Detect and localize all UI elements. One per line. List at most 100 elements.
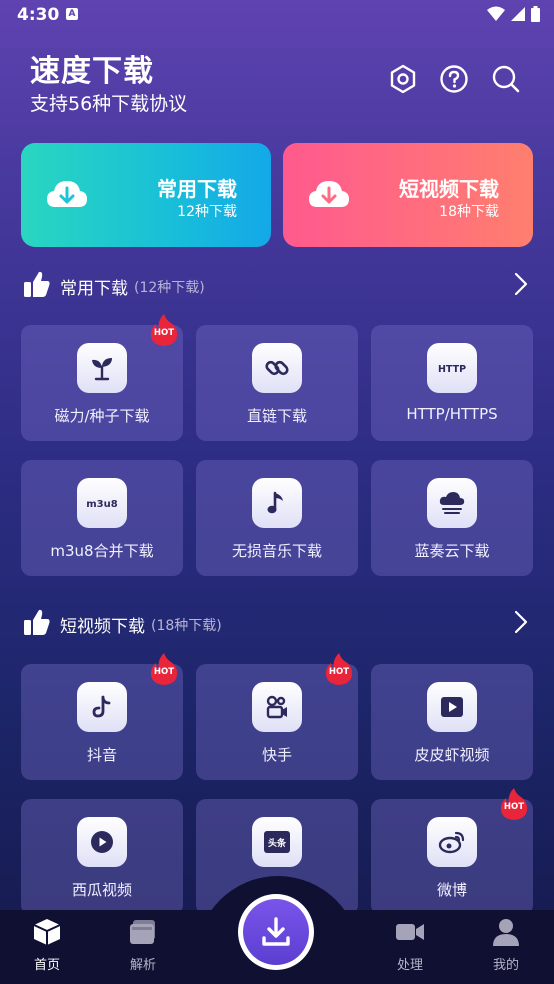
weibo-icon xyxy=(438,831,465,854)
tab-process[interactable]: 处理 xyxy=(380,918,440,978)
tile-label: 抖音 xyxy=(86,746,117,764)
tile-icon-box xyxy=(427,478,477,528)
download-fab-button[interactable] xyxy=(238,894,314,970)
short-video-section-header[interactable]: 短视频下载 (18种下载) xyxy=(24,606,534,640)
svg-text:头条: 头条 xyxy=(268,837,287,849)
tab-label: 处理 xyxy=(396,958,423,973)
tile-label: 无损音乐下载 xyxy=(231,542,322,560)
common-section-header[interactable]: 常用下载 (12种下载) xyxy=(24,268,534,302)
battery-icon xyxy=(531,6,540,22)
chevron-right-icon[interactable] xyxy=(514,610,528,634)
status-icons xyxy=(487,6,540,22)
chevron-right-icon[interactable] xyxy=(514,272,528,296)
card-title: 短视频下载 xyxy=(399,177,499,201)
tile-icon-box: 头条 xyxy=(252,817,302,867)
section-title: 短视频下载 xyxy=(60,617,145,637)
tile-icon-box xyxy=(77,817,127,867)
tab-parse[interactable]: 解析 xyxy=(113,918,173,978)
tab-label: 解析 xyxy=(129,958,156,973)
hot-flame-icon: HOT xyxy=(500,788,528,820)
search-icon[interactable] xyxy=(490,63,522,95)
tile-icon-box xyxy=(77,682,127,732)
settings-icon[interactable] xyxy=(387,63,419,95)
section-count: (18种下载) xyxy=(151,618,222,634)
tile-label: 直链下载 xyxy=(246,407,307,425)
cloud-download-icon xyxy=(47,181,87,207)
tile-label: 微博 xyxy=(436,881,467,899)
tile-icon-box xyxy=(427,682,477,732)
tile-icon-box: HTTP xyxy=(427,343,477,393)
sprout-icon xyxy=(92,358,112,381)
kuaishou-icon xyxy=(266,695,287,719)
tile-kuaishou[interactable]: 快手 HOT xyxy=(196,653,358,780)
tile-label: 快手 xyxy=(261,746,292,764)
tile-douyin[interactable]: 抖音 HOT xyxy=(21,653,183,780)
tab-me[interactable]: 我的 xyxy=(476,918,536,978)
m3u8-icon: m3u8 xyxy=(86,499,117,510)
tile-label: 西瓜视频 xyxy=(71,881,132,899)
card-title: 常用下载 xyxy=(157,177,237,201)
tile-http[interactable]: HTTP HTTP/HTTPS xyxy=(371,325,533,441)
tile-lossless-music[interactable]: 无损音乐下载 xyxy=(196,460,358,576)
hot-badge-text: HOT xyxy=(504,802,524,812)
tile-icon-box xyxy=(77,343,127,393)
wallet-icon xyxy=(130,920,155,944)
tile-m3u8[interactable]: m3u8 m3u8合并下载 xyxy=(21,460,183,576)
section-title: 常用下载 xyxy=(60,279,128,299)
hot-badge-text: HOT xyxy=(329,667,349,677)
notification-badge-icon: A xyxy=(66,8,78,20)
page-subtitle: 支持56种下载协议 xyxy=(30,93,188,115)
play-circle-icon xyxy=(91,831,113,853)
tile-icon-box xyxy=(252,343,302,393)
short-video-download-card[interactable]: 短视频下载 18种下载 xyxy=(283,143,533,247)
tile-weibo[interactable]: 微博 HOT xyxy=(371,788,533,915)
hot-flame-icon: HOT xyxy=(325,653,353,685)
music-note-icon xyxy=(267,491,283,514)
tile-xigua[interactable]: 西瓜视频 xyxy=(21,799,183,915)
hot-flame-icon: HOT xyxy=(150,653,178,685)
hot-badge-text: HOT xyxy=(154,328,174,338)
section-count: (12种下载) xyxy=(134,280,205,296)
signal-icon xyxy=(511,7,525,21)
hot-badge-text: HOT xyxy=(154,667,174,677)
status-time: 4:30 xyxy=(17,5,60,25)
download-icon xyxy=(262,917,290,946)
tile-label: 蓝奏云下载 xyxy=(414,542,490,560)
tile-lanzou-cloud[interactable]: 蓝奏云下载 xyxy=(371,460,533,576)
tab-home[interactable]: 首页 xyxy=(17,918,77,978)
tile-icon-box: m3u8 xyxy=(77,478,127,528)
tile-label: 皮皮虾视频 xyxy=(414,746,490,764)
hot-flame-icon: HOT xyxy=(150,314,178,346)
cloud-download-icon xyxy=(309,181,349,207)
tile-icon-box xyxy=(427,817,477,867)
tile-label: m3u8合并下载 xyxy=(50,542,154,560)
tile-icon-box xyxy=(252,682,302,732)
tile-label: 磁力/种子下载 xyxy=(54,407,150,425)
link-icon xyxy=(265,360,289,376)
play-square-icon xyxy=(441,697,463,717)
tile-pipixia[interactable]: 皮皮虾视频 xyxy=(371,664,533,780)
fab-inner xyxy=(243,899,309,965)
toutiao-icon: 头条 xyxy=(264,831,290,853)
thumbs-up-icon xyxy=(24,271,50,297)
video-camera-icon xyxy=(396,924,424,940)
douyin-icon xyxy=(92,695,111,718)
tile-icon-box xyxy=(252,478,302,528)
user-icon xyxy=(493,919,519,946)
tile-magnet-torrent[interactable]: 磁力/种子下载 HOT xyxy=(21,314,183,441)
page-title: 速度下载 xyxy=(30,54,154,89)
thumbs-up-icon xyxy=(24,609,50,635)
tab-label: 我的 xyxy=(492,958,519,973)
tile-label: HTTP/HTTPS xyxy=(406,405,498,423)
svg-text:HTTP: HTTP xyxy=(438,364,466,375)
help-icon[interactable] xyxy=(438,63,470,95)
card-count: 12种下载 xyxy=(177,204,237,220)
cube-icon xyxy=(33,919,61,945)
http-icon: HTTP xyxy=(438,364,466,375)
cloud-icon xyxy=(439,492,465,514)
status-bar: 4:30 A xyxy=(0,0,554,30)
svg-text:m3u8: m3u8 xyxy=(86,499,117,510)
tile-direct-link[interactable]: 直链下载 xyxy=(196,325,358,441)
wifi-icon xyxy=(487,6,505,21)
common-download-card[interactable]: 常用下载 12种下载 xyxy=(21,143,271,247)
